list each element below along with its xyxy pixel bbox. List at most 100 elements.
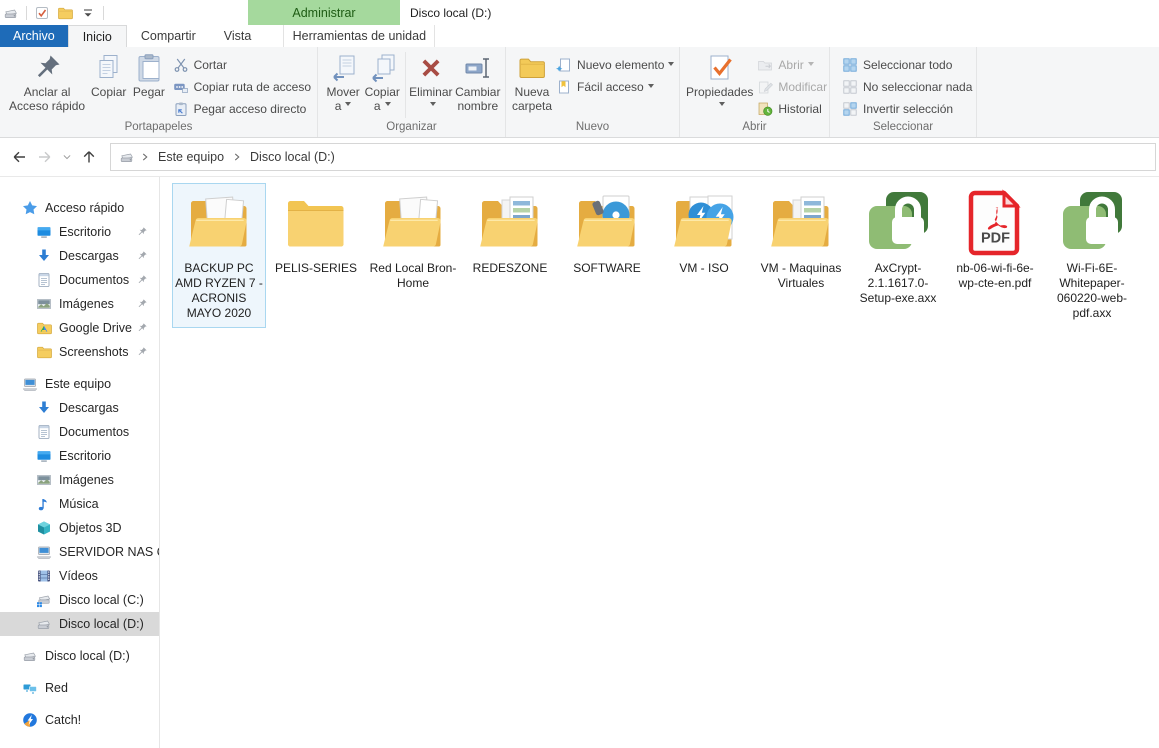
drive-icon (22, 648, 38, 664)
folder-pictures-icon (474, 187, 546, 261)
select-none-button[interactable]: No seleccionar nada (838, 76, 976, 98)
select-all-button[interactable]: Seleccionar todo (838, 54, 976, 76)
sidebar-item-documentos[interactable]: Documentos (0, 420, 159, 444)
new-folder-button[interactable]: Nuevacarpeta (512, 49, 552, 113)
axcrypt-lock-icon (862, 187, 934, 261)
cut-button[interactable]: Cortar (169, 54, 315, 76)
sidebar-item-disco-local-c[interactable]: Disco local (C:) (0, 588, 159, 612)
sidebar-item-label: Disco local (D:) (59, 617, 144, 631)
properties-icon (704, 52, 736, 84)
paste-button[interactable]: Pegar (129, 49, 168, 100)
sidebar-section-gap (0, 364, 159, 372)
recent-locations-dropdown-icon[interactable] (58, 144, 76, 170)
new-item-icon (556, 57, 572, 73)
sidebar-item-descargas[interactable]: Descargas (0, 244, 159, 268)
history-button[interactable]: Historial (753, 98, 831, 120)
sidebar-item-acceso-r-pido[interactable]: Acceso rápido (0, 196, 159, 220)
file-item-software[interactable]: SOFTWARE (560, 183, 654, 283)
easy-access-button[interactable]: Fácil acceso (552, 76, 678, 98)
sidebar-item-google-drive[interactable]: Google Drive (0, 316, 159, 340)
file-item-vm-iso[interactable]: VM - ISO (657, 183, 751, 283)
sidebar-item-v-deos[interactable]: Vídeos (0, 564, 159, 588)
file-item-redeszone[interactable]: REDESZONE (463, 183, 557, 283)
sidebar-item-label: Imágenes (59, 473, 114, 487)
move-to-icon (327, 52, 359, 84)
breadcrumb-item-este-equipo[interactable]: Este equipo (153, 144, 229, 170)
sidebar-item-objetos-3d[interactable]: Objetos 3D (0, 516, 159, 540)
sidebar-item-label: Red (45, 681, 68, 695)
sidebar-item-documentos[interactable]: Documentos (0, 268, 159, 292)
open-button[interactable]: Abrir (753, 54, 831, 76)
paste-icon (133, 52, 165, 84)
downloads-icon (36, 400, 52, 416)
sidebar-item-im-genes[interactable]: Imágenes (0, 468, 159, 492)
breadcrumb: Este equipo Disco local (D:) (137, 144, 340, 170)
group-label-abrir: Abrir (680, 120, 829, 137)
sidebar-item-escritorio[interactable]: Escritorio (0, 220, 159, 244)
file-item-axcrypt-2-1-1617-0-setup-exe-axx[interactable]: AxCrypt-2.1.1617.0-Setup-exe.axx (851, 183, 945, 313)
tab-vista[interactable]: Vista (210, 25, 266, 47)
file-item-nb-06-wi-fi-6e-wp-cte-en-pdf[interactable]: PDF nb-06-wi-fi-6e-wp-cte-en.pdf (948, 183, 1042, 298)
edit-button[interactable]: Modificar (753, 76, 831, 98)
paste-shortcut-button[interactable]: Pegar acceso directo (169, 98, 315, 120)
sidebar-item-label: Objetos 3D (59, 521, 122, 535)
file-item-pelis-series[interactable]: PELIS-SERIES (269, 183, 363, 283)
sidebar-item-m-sica[interactable]: Música (0, 492, 159, 516)
forward-button[interactable] (32, 144, 58, 170)
sidebar-item-este-equipo[interactable]: Este equipo (0, 372, 159, 396)
videos-icon (36, 568, 52, 584)
svg-text:PDF: PDF (981, 231, 1010, 247)
new-folder-quick-icon[interactable] (57, 5, 73, 21)
sidebar-item-label: Imágenes (59, 297, 114, 311)
copy-to-button[interactable]: Copiara (362, 49, 402, 113)
sidebar-item-disco-local-d[interactable]: Disco local (D:) (0, 644, 159, 668)
paste-shortcut-icon (173, 101, 189, 117)
file-item-label: nb-06-wi-fi-6e-wp-cte-en.pdf (949, 261, 1041, 291)
properties-quick-icon[interactable] (34, 5, 50, 21)
drive-c-icon (36, 592, 52, 608)
file-item-backup-pc-amd-ryzen-7-acronis-mayo-2020[interactable]: BACKUP PC AMD RYZEN 7 - ACRONIS MAYO 202… (172, 183, 266, 328)
tab-archivo[interactable]: Archivo (0, 25, 68, 47)
new-item-button[interactable]: Nuevo elemento (552, 54, 678, 76)
rename-button[interactable]: Cambiarnombre (453, 49, 503, 113)
divider (26, 6, 27, 20)
file-item-wi-fi-6e-whitepaper-060220-web-pdf-axx[interactable]: Wi-Fi-6E-Whitepaper-060220-web-pdf.axx (1045, 183, 1139, 328)
copy-button[interactable]: Copiar (88, 49, 129, 100)
sidebar-item-label: Descargas (59, 249, 119, 263)
documents-icon (36, 424, 52, 440)
copy-path-button[interactable]: Copiar ruta de acceso (169, 76, 315, 98)
sidebar-item-screenshots[interactable]: Screenshots (0, 340, 159, 364)
sidebar-item-red[interactable]: Red (0, 676, 159, 700)
sidebar-item-descargas[interactable]: Descargas (0, 396, 159, 420)
pin-to-quick-access-button[interactable]: Anclar alAcceso rápido (6, 49, 88, 113)
sidebar-item-label: Vídeos (59, 569, 98, 583)
sidebar-item-im-genes[interactable]: Imágenes (0, 292, 159, 316)
file-item-red-local-bron-home[interactable]: Red Local Bron-Home (366, 183, 460, 298)
tab-inicio[interactable]: Inicio (68, 25, 127, 47)
sidebar-item-catch[interactable]: Catch! (0, 708, 159, 732)
navigation-bar: Este equipo Disco local (D:) (0, 138, 1159, 177)
move-to-button[interactable]: Movera (324, 49, 362, 113)
properties-button[interactable]: Propiedades (686, 49, 753, 113)
tab-herramientas-de-unidad[interactable]: Herramientas de unidad (283, 25, 435, 47)
navigation-pane: Acceso rápidoEscritorioDescargasDocument… (0, 177, 160, 748)
file-item-label: PELIS-SERIES (270, 261, 362, 276)
select-all-icon (842, 57, 858, 73)
tab-compartir[interactable]: Compartir (127, 25, 210, 47)
copy-path-icon (173, 79, 189, 95)
this-pc-icon (36, 544, 52, 560)
sidebar-item-disco-local-d[interactable]: Disco local (D:) (0, 612, 159, 636)
delete-button[interactable]: Eliminar (409, 49, 452, 113)
customize-toolbar-dropdown-icon[interactable] (80, 5, 96, 21)
sidebar-item-label: Escritorio (59, 449, 111, 463)
sidebar-item-escritorio[interactable]: Escritorio (0, 444, 159, 468)
sidebar-item-label: Documentos (59, 273, 129, 287)
up-button[interactable] (76, 144, 102, 170)
invert-selection-button[interactable]: Invertir selección (838, 98, 976, 120)
sidebar-item-servidor-nas-qna[interactable]: SERVIDOR NAS QNA (0, 540, 159, 564)
back-button[interactable] (6, 144, 32, 170)
breadcrumb-item-disco-local-d[interactable]: Disco local (D:) (245, 144, 340, 170)
file-list: BACKUP PC AMD RYZEN 7 - ACRONIS MAYO 202… (160, 177, 1159, 748)
address-bar[interactable]: Este equipo Disco local (D:) (110, 143, 1156, 171)
file-item-vm-maquinas-virtuales[interactable]: VM - Maquinas Virtuales (754, 183, 848, 298)
